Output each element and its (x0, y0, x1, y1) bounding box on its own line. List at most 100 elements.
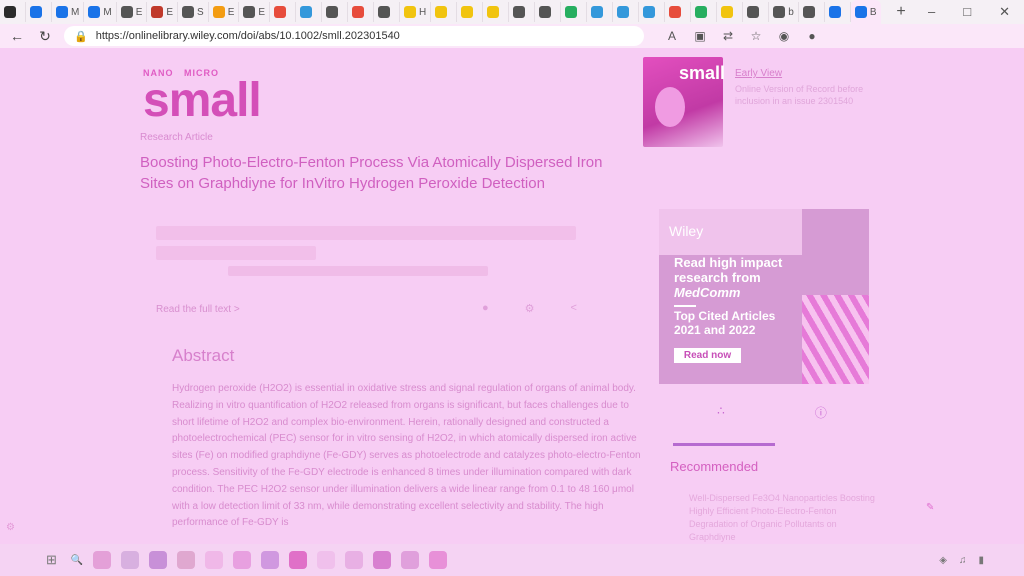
taskbar-app-icon[interactable] (429, 551, 448, 569)
browser-tab[interactable] (613, 2, 640, 22)
browser-tab[interactable] (431, 2, 458, 22)
browser-tab[interactable] (509, 2, 536, 22)
browser-tab[interactable] (535, 2, 562, 22)
journal-logo[interactable]: NANO MICRO small (143, 68, 262, 125)
browser-tab[interactable] (296, 2, 323, 22)
browser-tab[interactable]: M (52, 2, 85, 22)
profile-icon[interactable]: ● (804, 29, 820, 43)
browser-tab[interactable] (561, 2, 588, 22)
browser-tab[interactable] (691, 2, 718, 22)
tools-icon[interactable]: ⚙ (525, 302, 535, 315)
browser-tab[interactable] (639, 2, 666, 22)
taskbar-app-icon[interactable] (121, 551, 140, 569)
share-icon[interactable]: < (571, 302, 577, 315)
browser-tab[interactable]: b (769, 2, 799, 22)
address-bar[interactable]: 🔒 https://onlinelibrary.wiley.com/doi/ab… (64, 26, 644, 46)
translate-icon[interactable]: ⇄ (720, 29, 736, 43)
tab-label: E (258, 6, 266, 18)
browser-tab[interactable] (374, 2, 401, 22)
journal-cover-image[interactable]: small (643, 57, 725, 147)
taskbar-app-icon[interactable] (261, 551, 280, 569)
tab-favicon-icon (617, 6, 630, 18)
browser-tab[interactable]: B (850, 0, 881, 24)
browser-tab[interactable] (799, 2, 825, 22)
advertisement-banner[interactable]: Wiley Read high impact research from Med… (659, 209, 869, 384)
page-settings-icon[interactable]: ⚙ (6, 522, 15, 533)
browser-tab[interactable] (717, 2, 744, 22)
minimize-icon[interactable]: – (928, 4, 935, 20)
wifi-icon[interactable]: ◈ (939, 555, 947, 566)
taskbar-app-icon[interactable] (317, 551, 336, 569)
author-list[interactable] (156, 226, 596, 260)
recommended-article-link[interactable]: Well-Dispersed Fe3O4 Nanoparticles Boost… (689, 492, 879, 544)
browser-tab[interactable]: E (239, 2, 271, 22)
browser-tab[interactable] (743, 2, 770, 22)
browser-tab[interactable] (26, 2, 52, 22)
url-text[interactable]: https://onlinelibrary.wiley.com/doi/abs/… (96, 30, 400, 42)
browser-tab[interactable] (825, 2, 851, 22)
browser-tab[interactable] (270, 2, 297, 22)
browser-tab[interactable]: M (84, 2, 117, 22)
read-full-text-link[interactable]: Read the full text > (156, 304, 240, 315)
pdf-icon[interactable]: ● (482, 302, 489, 315)
tab-favicon-icon (539, 6, 552, 18)
taskbar-app-icon[interactable] (233, 551, 252, 569)
feedback-widget[interactable]: ✎ (926, 502, 986, 524)
browser-tab[interactable] (322, 2, 349, 22)
browser-tab[interactable]: E (147, 2, 179, 22)
taskbar-app-icon[interactable] (205, 551, 224, 569)
taskbar-app-icon[interactable] (345, 551, 364, 569)
browser-tab[interactable] (587, 2, 614, 22)
volume-icon[interactable]: ♫ (959, 555, 967, 566)
early-view-link[interactable]: Early View (735, 68, 782, 79)
browser-tab[interactable]: E (209, 2, 240, 22)
tab-favicon-icon (773, 6, 786, 18)
new-tab-button[interactable]: + (888, 3, 914, 21)
taskbar-app-icon[interactable] (149, 551, 168, 569)
tab-list: M M E E S E E Hb B (0, 0, 888, 24)
article-type: Research Article (140, 132, 213, 143)
browser-tab[interactable] (0, 2, 26, 22)
read-aloud-icon[interactable]: A (664, 29, 680, 43)
feedback-icon: ✎ (926, 502, 935, 513)
system-tray: ◈ ♫ ▮ (939, 555, 1024, 566)
browser-tab[interactable] (457, 2, 484, 22)
recommended-heading: Recommended (670, 459, 759, 474)
browser-tab[interactable] (348, 2, 375, 22)
related-network-icon[interactable]: ∴ (717, 404, 725, 421)
browser-tab-strip: M M E E S E E Hb B + – □ ✕ (0, 0, 1024, 24)
extensions-icon[interactable]: ◉ (776, 29, 792, 43)
maximize-icon[interactable]: □ (963, 4, 971, 20)
back-arrow-icon[interactable]: ← (8, 28, 26, 44)
browser-tab[interactable] (483, 2, 510, 22)
battery-icon[interactable]: ▮ (978, 555, 984, 566)
taskbar-app-icon[interactable] (177, 551, 196, 569)
browser-tab[interactable]: H (400, 2, 432, 22)
tab-label: M (103, 6, 112, 18)
ad-divider (674, 305, 696, 307)
close-window-icon[interactable]: ✕ (999, 4, 1010, 20)
taskbar-app-icon[interactable] (373, 551, 392, 569)
refresh-icon[interactable]: ↻ (36, 28, 54, 45)
info-icon[interactable]: ⓘ (815, 404, 827, 421)
tab-label: M (71, 6, 80, 18)
doi-line[interactable] (228, 266, 488, 276)
taskbar-search-icon[interactable]: 🔍 (71, 555, 83, 566)
taskbar-app-icon[interactable] (289, 551, 308, 569)
browser-tab[interactable] (665, 2, 692, 22)
tab-favicon-icon (182, 6, 195, 18)
tab-favicon-icon (404, 6, 417, 18)
favorite-star-icon[interactable]: ☆ (748, 29, 764, 43)
start-menu-icon[interactable]: ⊞ (46, 552, 57, 568)
tab-favicon-icon (4, 6, 16, 18)
taskbar-app-icon[interactable] (401, 551, 420, 569)
ad-read-now-button[interactable]: Read now (674, 348, 741, 363)
browser-tab[interactable]: E (117, 2, 148, 22)
reader-view-icon[interactable]: ▣ (692, 29, 708, 43)
tab-label: H (419, 6, 427, 18)
taskbar-apps (93, 551, 448, 569)
taskbar-app-icon[interactable] (93, 551, 112, 569)
tab-favicon-icon (828, 6, 841, 18)
early-view-description: Online Version of Record before inclusio… (735, 84, 864, 106)
browser-tab[interactable]: S (178, 2, 209, 22)
